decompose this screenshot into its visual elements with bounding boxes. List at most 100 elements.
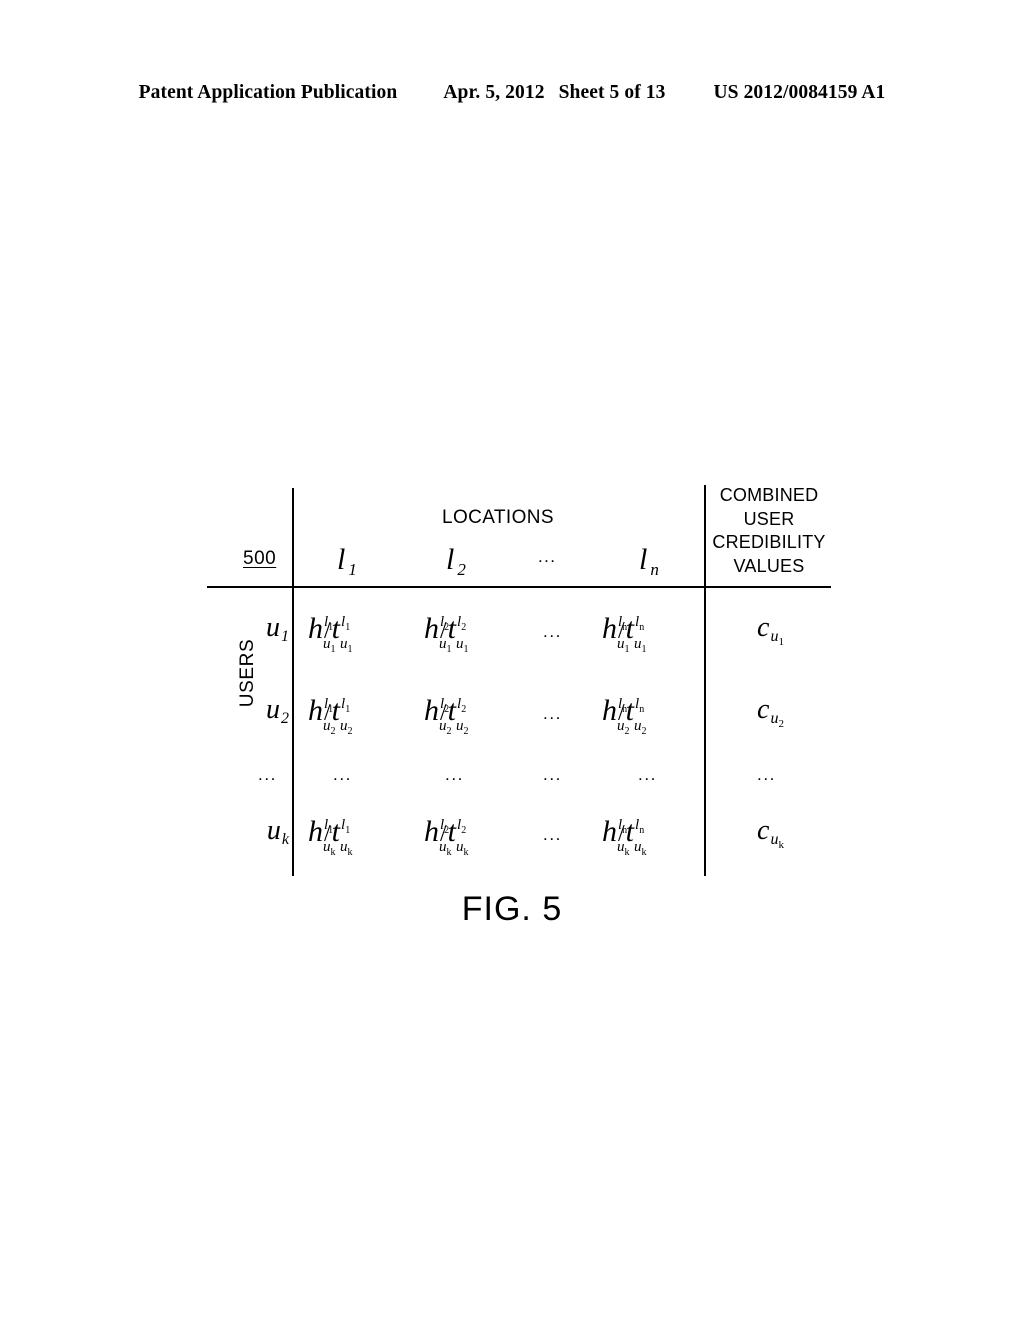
credibility-value-u1: cu1 xyxy=(706,612,834,648)
t-sup-index: n xyxy=(639,825,645,836)
table-cell-uk-l2: h l2 uk/t l2 uk xyxy=(424,815,469,858)
t-sup-index: 1 xyxy=(345,704,351,715)
user-symbol: u xyxy=(266,815,281,846)
table-cell-u2-ellipsis: ... xyxy=(543,704,562,723)
t-sub-index: 1 xyxy=(641,644,647,655)
c-symbol: c xyxy=(757,694,770,725)
t-sub-index: k xyxy=(641,847,647,858)
table-cell-ellipsis-ln: ... xyxy=(638,765,657,784)
h-sub-index: 2 xyxy=(330,726,336,737)
table-header-rule xyxy=(207,586,831,588)
h-sup-index: n xyxy=(622,704,628,715)
c-index: uk xyxy=(770,831,784,852)
combined-user-credibility-values-header: COMBINED USER CREDIBILITY VALUES xyxy=(706,484,832,578)
table-cell-ellipsis-l1: ... xyxy=(333,765,352,784)
location-index: n xyxy=(650,560,659,579)
figure-caption: FIG. 5 xyxy=(461,890,563,928)
table-left-divider xyxy=(292,488,294,876)
c-index: u2 xyxy=(770,710,784,731)
t-sub-index: k xyxy=(463,847,469,858)
user-symbol: u xyxy=(266,694,280,725)
t-sub-symbol: u xyxy=(340,718,348,734)
t-sub-symbol: u xyxy=(340,839,348,855)
h-sub-symbol: u xyxy=(323,636,331,652)
t-sub-index: 2 xyxy=(347,726,353,737)
table-cell-u1-l2: h l2 u1/t l2 u1 xyxy=(424,612,469,655)
h-sup-index: 2 xyxy=(444,622,450,633)
h-sup-index: 2 xyxy=(444,704,450,715)
h-sub-index: 2 xyxy=(446,726,452,737)
h-sub-symbol: u xyxy=(617,718,625,734)
c-sub-index: k xyxy=(778,839,784,852)
user-index: 1 xyxy=(281,628,289,645)
t-sup-index: n xyxy=(639,622,645,633)
h-symbol: h xyxy=(602,815,617,848)
h-sub-index: 1 xyxy=(624,644,630,655)
h-sup-index: 2 xyxy=(444,825,450,836)
user-index: 2 xyxy=(281,710,289,727)
locations-group-header: LOCATIONS xyxy=(442,507,554,528)
t-sub-symbol: u xyxy=(634,636,642,652)
t-sup-index: 1 xyxy=(345,825,351,836)
h-sub-symbol: u xyxy=(323,718,331,734)
location-symbol: l xyxy=(446,543,455,576)
h-sub-symbol: u xyxy=(617,636,625,652)
t-sub-index: 1 xyxy=(347,644,353,655)
t-sub-symbol: u xyxy=(456,718,464,734)
h-sub-index: 1 xyxy=(330,644,336,655)
h-sub-symbol: u xyxy=(617,839,625,855)
h-symbol: h xyxy=(602,612,617,645)
t-sub-index: 2 xyxy=(641,726,647,737)
t-sub-index: 2 xyxy=(463,726,469,737)
c-index: u1 xyxy=(770,628,784,648)
h-sup-index: n xyxy=(622,622,628,633)
table-cell-ellipsis-middle: ... xyxy=(543,765,562,784)
t-sup-index: n xyxy=(639,704,645,715)
h-symbol: h xyxy=(308,815,323,848)
location-header-ellipsis: ... xyxy=(538,547,557,566)
location-column-header-2: l2 xyxy=(446,543,466,579)
h-sup-index: 1 xyxy=(328,825,334,836)
t-sub-symbol: u xyxy=(456,839,464,855)
t-sub-symbol: u xyxy=(456,636,464,652)
h-sup-index: 1 xyxy=(328,704,334,715)
table-cell-u1-l1: h l1 u1/t l1 u1 xyxy=(308,612,353,655)
h-sub-symbol: u xyxy=(439,839,447,855)
t-sup-index: 2 xyxy=(461,704,467,715)
t-sub-symbol: u xyxy=(340,636,348,652)
t-sup-index: 2 xyxy=(461,622,467,633)
t-sub-symbol: u xyxy=(634,839,642,855)
h-symbol: h xyxy=(308,612,323,645)
row-label-user-2: u2 xyxy=(246,694,289,727)
table-cell-u2-l2: h l2 u2/t l2 u2 xyxy=(424,694,469,737)
t-sup-index: 2 xyxy=(461,825,467,836)
user-index: k xyxy=(281,831,289,848)
table-cell-uk-ellipsis: ... xyxy=(543,825,562,844)
c-symbol: c xyxy=(757,612,770,643)
h-sub-index: 2 xyxy=(624,726,630,737)
h-sub-index: 1 xyxy=(446,644,452,655)
location-index: 2 xyxy=(457,560,466,579)
h-sub-index: k xyxy=(624,847,630,858)
row-label-user-k: uk xyxy=(246,815,289,848)
h-symbol: h xyxy=(602,694,617,727)
table-cell-u2-ln: h ln u2/t ln u2 xyxy=(602,694,647,737)
credibility-header-line-1: COMBINED xyxy=(719,485,819,505)
credibility-value-ellipsis: ... xyxy=(757,765,776,784)
table-cell-uk-ln: h ln uk/t ln uk xyxy=(602,815,647,858)
location-symbol: l xyxy=(337,543,346,576)
h-sub-symbol: u xyxy=(439,718,447,734)
row-label-ellipsis: ... xyxy=(258,765,277,784)
t-sup-index: 1 xyxy=(345,622,351,633)
h-sup-index: 1 xyxy=(328,622,334,633)
c-sub-index: 2 xyxy=(778,718,784,731)
t-sub-index: k xyxy=(347,847,353,858)
h-sub-symbol: u xyxy=(439,636,447,652)
location-symbol: l xyxy=(639,543,648,576)
location-column-header-n: ln xyxy=(639,543,659,579)
h-sub-index: k xyxy=(446,847,452,858)
h-symbol: h xyxy=(424,815,439,848)
reference-numeral-500: 500 xyxy=(243,548,277,569)
credibility-header-line-3: CREDIBILITY xyxy=(712,532,826,552)
credibility-value-uk: cuk xyxy=(706,815,834,852)
